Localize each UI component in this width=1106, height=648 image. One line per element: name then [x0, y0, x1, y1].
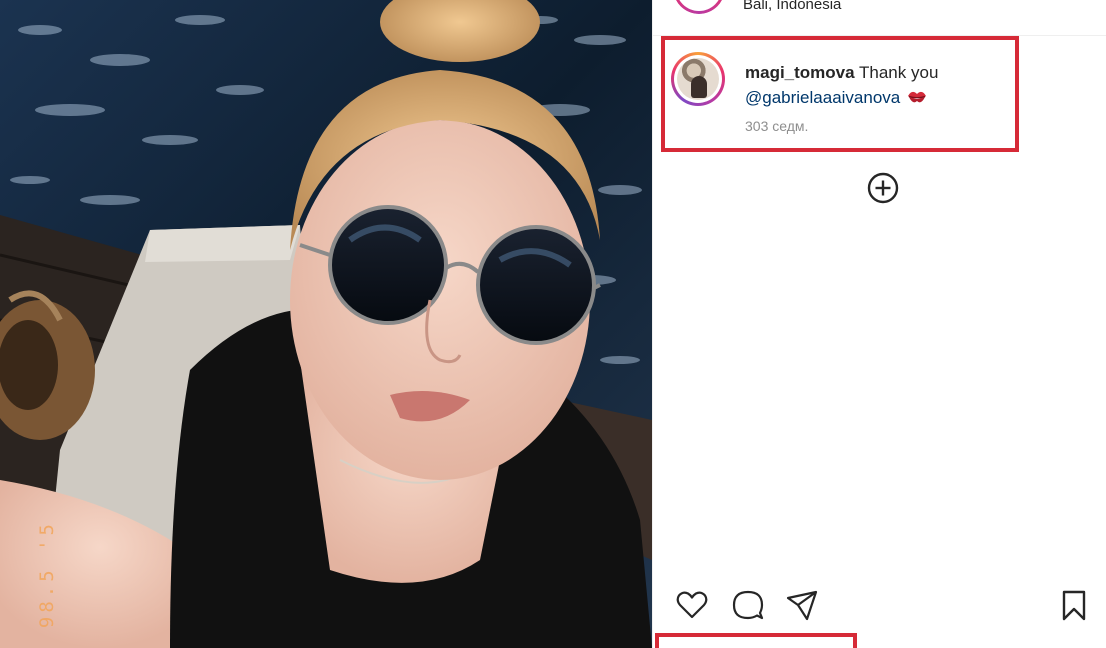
save-button[interactable] [1057, 588, 1091, 622]
post-photo[interactable]: 98.5 '5 [0, 0, 652, 648]
post-action-bar [653, 588, 1106, 628]
commenter-avatar[interactable] [671, 52, 725, 106]
commenter-avatar-photo [677, 58, 719, 100]
post-sidebar: Bali, Indonesia magi_tomova Thank you @g… [652, 0, 1106, 648]
share-button[interactable] [785, 588, 819, 622]
author-avatar[interactable] [673, 0, 725, 14]
comment-mention[interactable]: @gabrielaaaivanova [745, 88, 900, 107]
photo-date-stamp: 98.5 '5 [36, 520, 58, 629]
heart-icon [676, 591, 708, 619]
bookmark-icon [1062, 590, 1086, 621]
comment-button[interactable] [731, 588, 765, 622]
paper-plane-icon [786, 590, 818, 621]
comment-body: Thank you [859, 63, 939, 82]
comment: magi_tomova Thank you @gabrielaaaivanova [745, 60, 1005, 110]
post-location[interactable]: Bali, Indonesia [743, 0, 841, 13]
kiss-mark-icon [908, 91, 927, 103]
post-header: Bali, Indonesia [653, 0, 1106, 36]
post-photo-illustration [0, 0, 652, 648]
comment-timestamp: 303 седм. [745, 118, 809, 134]
like-button[interactable] [675, 588, 709, 622]
plus-circle-icon[interactable] [867, 172, 899, 204]
comment-username[interactable]: magi_tomova [745, 63, 855, 82]
commenter-avatar-ring-gap [674, 55, 722, 103]
comment-bubble-icon [732, 590, 764, 620]
instagram-post-view: 98.5 '5 Bali, Indonesia magi_tomova Than… [0, 0, 1106, 648]
likes-highlight-box [655, 633, 857, 648]
